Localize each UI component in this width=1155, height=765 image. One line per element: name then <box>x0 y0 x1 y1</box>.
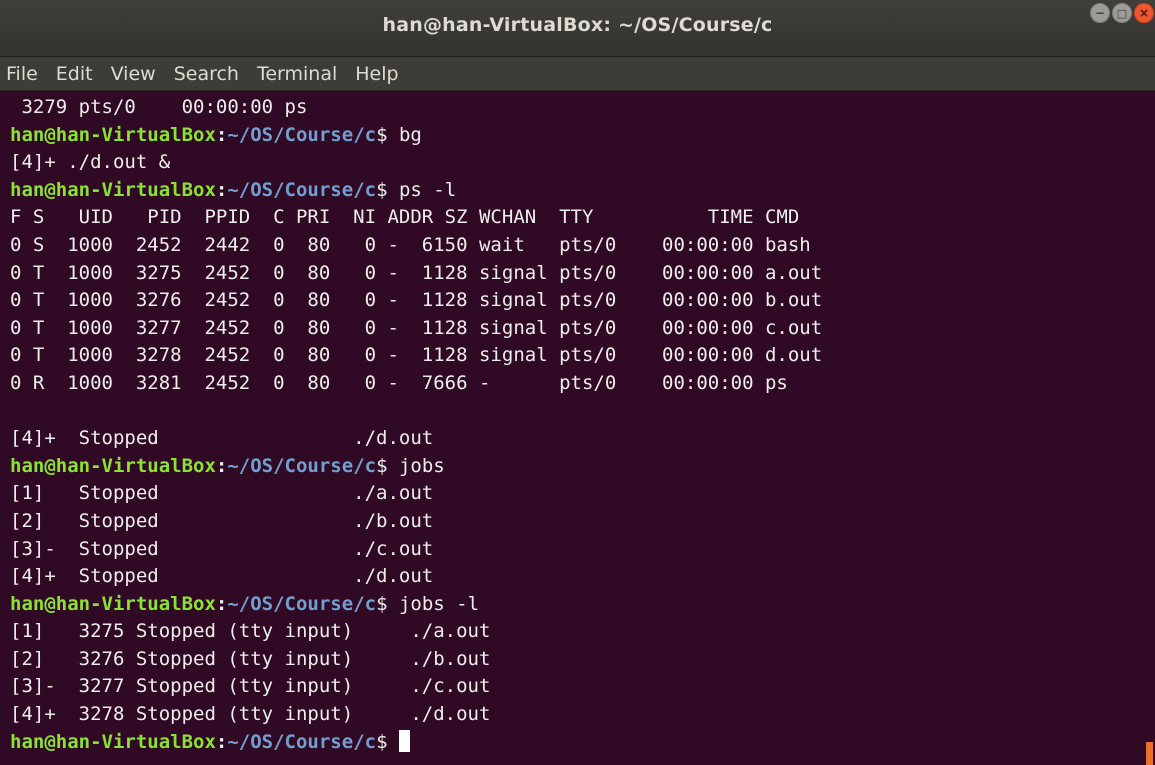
prompt-separator: : <box>215 178 228 201</box>
menu-file[interactable]: File <box>6 61 38 87</box>
prompt-separator: : <box>215 730 228 753</box>
terminal-window: han@han-VirtualBox: ~/OS/Course/c − □ × … <box>0 0 1155 765</box>
output-line: [4]+ Stopped ./d.out <box>10 565 434 588</box>
prompt-line: han@han-VirtualBox:~/OS/Course/c$ <box>10 729 1140 757</box>
output-line: [2] 3276 Stopped (tty input) ./b.out <box>10 647 491 670</box>
scrollbar-thumb[interactable] <box>1146 742 1153 765</box>
close-button[interactable]: × <box>1134 3 1154 23</box>
maximize-button[interactable]: □ <box>1112 3 1132 23</box>
command-text: $ jobs -l <box>376 592 480 615</box>
output-line: [4]+ Stopped ./d.out <box>10 427 434 450</box>
output-line: 0 T 1000 3278 2452 0 80 0 - 1128 signal … <box>10 344 823 367</box>
command-text: $ ps -l <box>376 178 457 201</box>
prompt-path: ~/OS/Course/c <box>227 454 377 477</box>
menu-terminal[interactable]: Terminal <box>257 61 337 87</box>
prompt-user: han@han-VirtualBox <box>10 123 216 146</box>
prompt-path: ~/OS/Course/c <box>227 592 377 615</box>
close-icon: × <box>1138 6 1150 20</box>
prompt-user: han@han-VirtualBox <box>10 178 216 201</box>
minimize-icon: − <box>1094 6 1106 20</box>
command-text: $ bg <box>376 123 422 146</box>
command-text: $ <box>376 730 399 753</box>
menu-help[interactable]: Help <box>355 61 398 87</box>
title-bar[interactable]: han@han-VirtualBox: ~/OS/Course/c − □ × <box>0 0 1155 57</box>
output-line: 0 T 1000 3275 2452 0 80 0 - 1128 signal … <box>10 261 823 284</box>
prompt-separator: : <box>215 592 228 615</box>
minimize-button[interactable]: − <box>1090 3 1110 23</box>
output-line: 0 R 1000 3281 2452 0 80 0 - 7666 - pts/0… <box>10 371 788 394</box>
output-line: 0 T 1000 3277 2452 0 80 0 - 1128 signal … <box>10 316 823 339</box>
text-cursor[interactable] <box>398 729 410 752</box>
menu-view[interactable]: View <box>111 61 156 87</box>
menu-edit[interactable]: Edit <box>56 61 93 87</box>
output-line: 3279 pts/0 00:00:00 ps <box>10 96 308 118</box>
terminal-output[interactable]: 3279 pts/0 00:00:00 ps han@han-VirtualBox… <box>0 94 1140 765</box>
prompt-separator: : <box>215 123 228 146</box>
prompt-user: han@han-VirtualBox <box>10 454 216 477</box>
prompt-line: han@han-VirtualBox:~/OS/Course/c$ jobs <box>10 453 1140 481</box>
prompt-line: han@han-VirtualBox:~/OS/Course/c$ jobs -… <box>10 591 1140 619</box>
prompt-path: ~/OS/Course/c <box>227 178 377 201</box>
output-line: [4]+ ./d.out & <box>10 151 171 174</box>
menu-bar: File Edit View Search Terminal Help <box>0 57 1155 91</box>
menu-search[interactable]: Search <box>174 61 239 87</box>
command-text: $ jobs <box>376 454 445 477</box>
window-title: han@han-VirtualBox: ~/OS/Course/c <box>382 14 773 36</box>
output-line: [1] 3275 Stopped (tty input) ./a.out <box>10 620 491 643</box>
output-line: 0 T 1000 3276 2452 0 80 0 - 1128 signal … <box>10 289 823 312</box>
output-line: [3]- 3277 Stopped (tty input) ./c.out <box>10 675 491 698</box>
prompt-line: han@han-VirtualBox:~/OS/Course/c$ ps -l <box>10 177 1140 205</box>
prompt-path: ~/OS/Course/c <box>227 730 377 753</box>
output-line: [3]- Stopped ./c.out <box>10 537 434 560</box>
prompt-line: han@han-VirtualBox:~/OS/Course/c$ bg <box>10 122 1140 150</box>
prompt-user: han@han-VirtualBox <box>10 730 216 753</box>
output-line: F S UID PID PPID C PRI NI ADDR SZ WCHAN … <box>10 206 800 229</box>
output-line: [2] Stopped ./b.out <box>10 509 434 532</box>
prompt-user: han@han-VirtualBox <box>10 592 216 615</box>
maximize-icon: □ <box>1116 6 1128 20</box>
prompt-separator: : <box>215 454 228 477</box>
output-line: 0 S 1000 2452 2442 0 80 0 - 6150 wait pt… <box>10 233 811 256</box>
output-line: [4]+ 3278 Stopped (tty input) ./d.out <box>10 703 491 726</box>
output-line: [1] Stopped ./a.out <box>10 482 434 505</box>
prompt-path: ~/OS/Course/c <box>227 123 377 146</box>
